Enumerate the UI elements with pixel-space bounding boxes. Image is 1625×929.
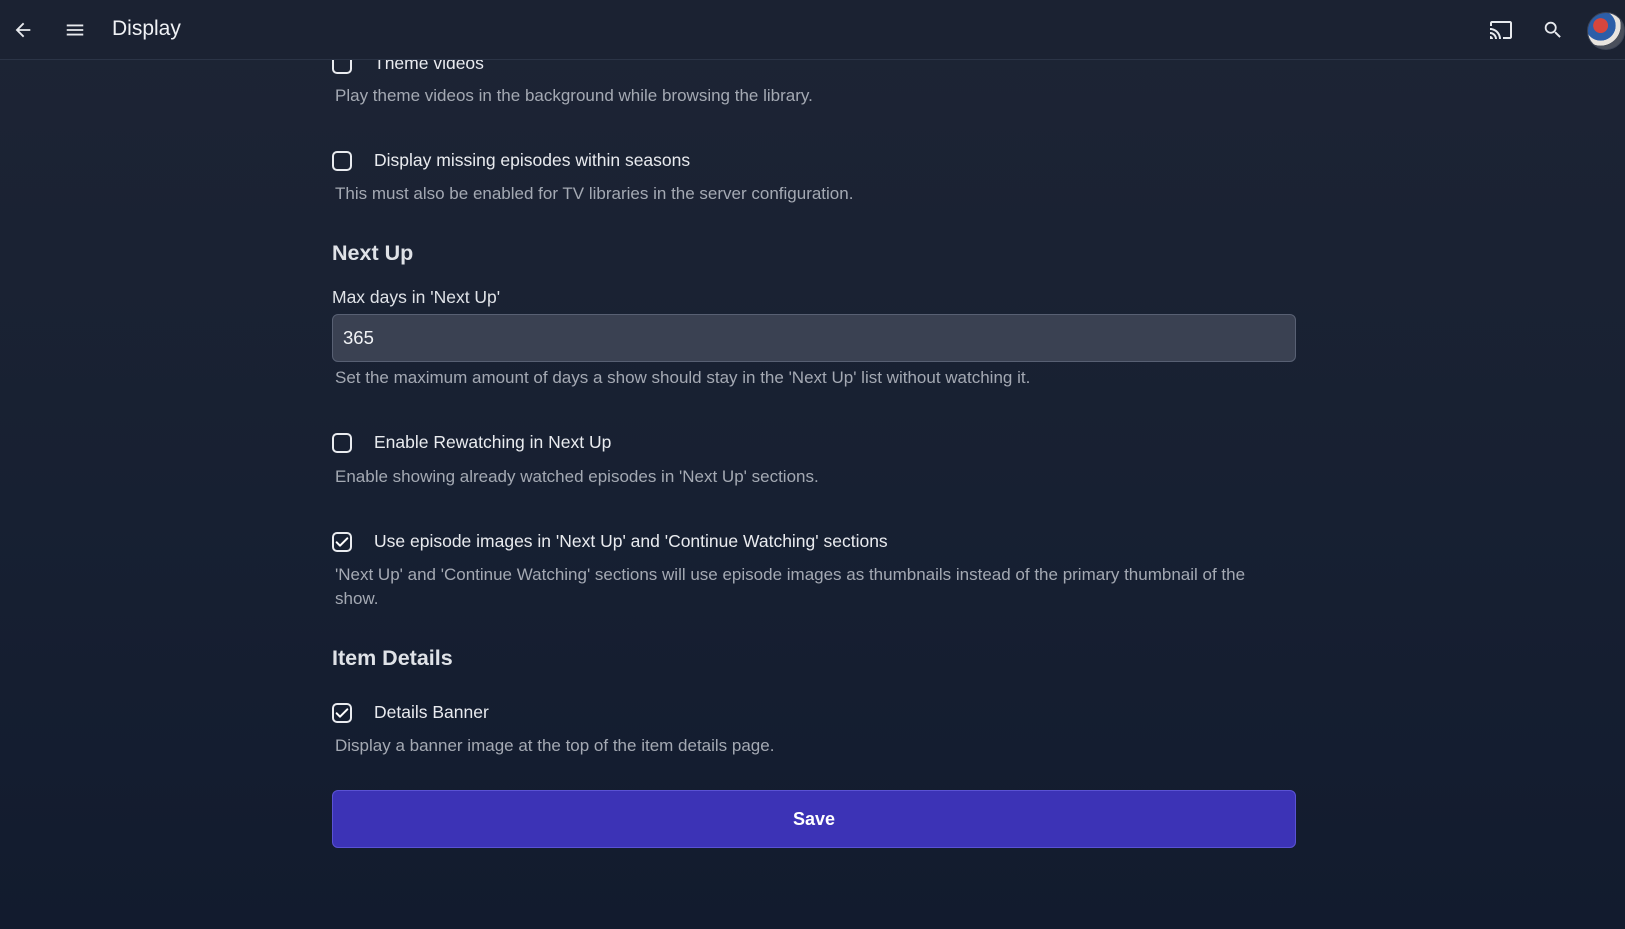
missing-episodes-description: This must also be enabled for TV librari… bbox=[335, 184, 854, 203]
episode-images-description: 'Next Up' and 'Continue Watching' sectio… bbox=[335, 563, 1245, 611]
user-avatar[interactable] bbox=[1587, 12, 1625, 50]
checkmark-icon bbox=[335, 536, 349, 547]
episode-images-checkbox[interactable] bbox=[332, 531, 352, 552]
max-days-description: Set the maximum amount of days a show sh… bbox=[335, 368, 1031, 387]
top-app-bar: Display bbox=[0, 0, 1625, 60]
episode-images-description-line1: 'Next Up' and 'Continue Watching' sectio… bbox=[335, 565, 1246, 584]
item-details-heading: Item Details bbox=[332, 646, 453, 670]
rewatching-description: Enable showing already watched episodes … bbox=[335, 467, 819, 486]
page-title: Display bbox=[112, 17, 181, 40]
search-button[interactable] bbox=[1533, 10, 1573, 50]
max-days-input[interactable] bbox=[332, 314, 1296, 362]
missing-episodes-option[interactable]: Display missing episodes within seasons bbox=[332, 150, 690, 171]
hamburger-menu-icon bbox=[66, 24, 84, 36]
details-banner-option[interactable]: Details Banner bbox=[332, 702, 489, 723]
cast-icon bbox=[1490, 21, 1512, 39]
menu-button[interactable] bbox=[55, 10, 95, 50]
details-banner-description: Display a banner image at the top of the… bbox=[335, 736, 775, 755]
details-banner-checkbox[interactable] bbox=[332, 702, 352, 723]
rewatching-option[interactable]: Enable Rewatching in Next Up bbox=[332, 432, 611, 453]
max-days-label: Max days in 'Next Up' bbox=[332, 287, 501, 307]
next-up-heading: Next Up bbox=[332, 241, 414, 265]
theme-videos-description: Play theme videos in the background whil… bbox=[335, 86, 813, 105]
checkmark-icon bbox=[335, 707, 349, 718]
episode-images-description-line2: show. bbox=[335, 589, 379, 608]
cast-button[interactable] bbox=[1481, 10, 1521, 50]
episode-images-label: Use episode images in 'Next Up' and 'Con… bbox=[374, 531, 888, 551]
missing-episodes-checkbox[interactable] bbox=[332, 150, 352, 171]
save-button[interactable]: Save bbox=[332, 790, 1296, 848]
rewatching-checkbox[interactable] bbox=[332, 432, 352, 453]
episode-images-option[interactable]: Use episode images in 'Next Up' and 'Con… bbox=[332, 531, 888, 552]
search-icon bbox=[1544, 21, 1561, 38]
arrow-left-icon bbox=[15, 22, 31, 38]
missing-episodes-label: Display missing episodes within seasons bbox=[374, 150, 691, 170]
details-banner-label: Details Banner bbox=[374, 702, 489, 722]
rewatching-label: Enable Rewatching in Next Up bbox=[374, 432, 612, 452]
back-button[interactable] bbox=[3, 10, 43, 50]
